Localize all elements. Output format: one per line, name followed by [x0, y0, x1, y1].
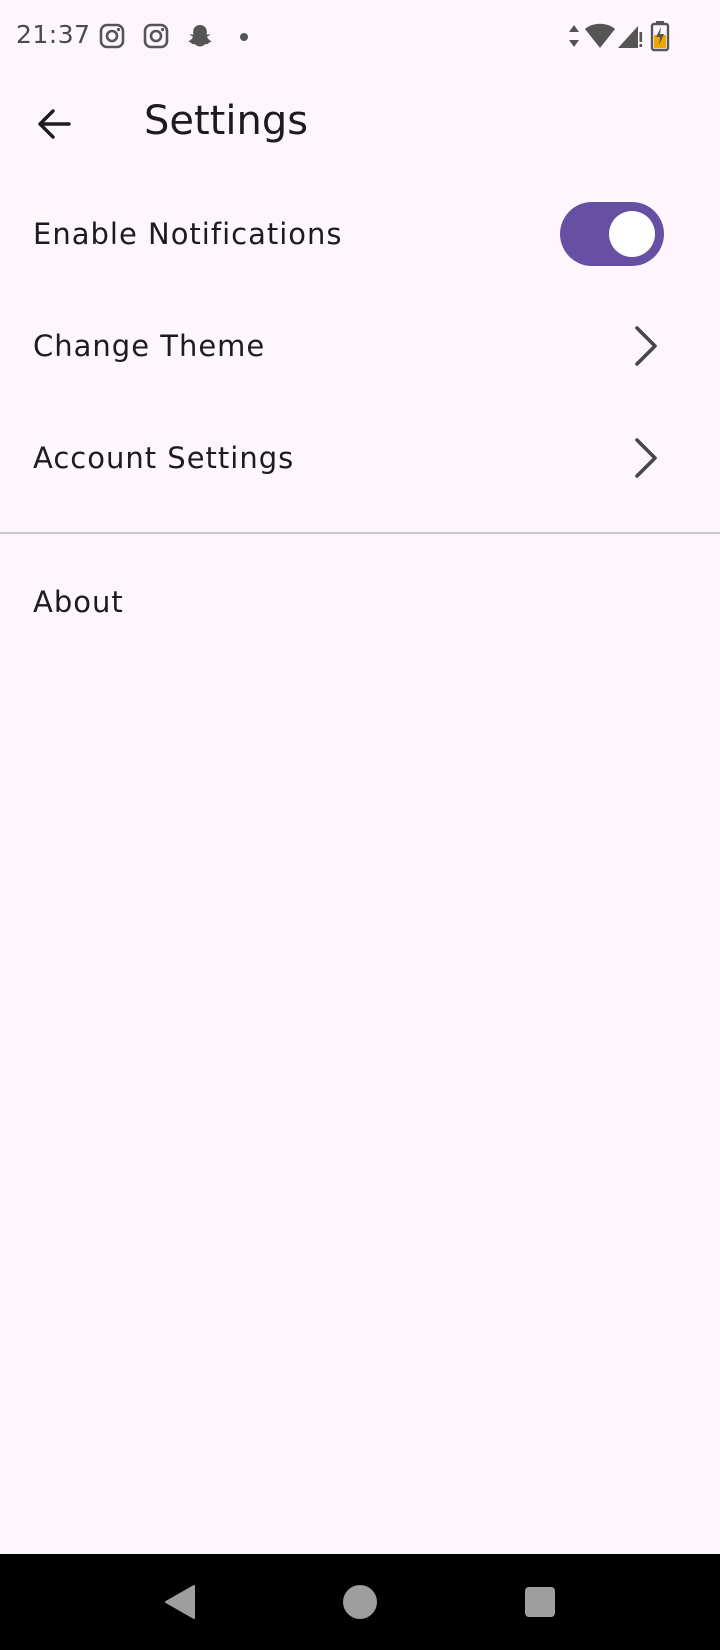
- page-title: Settings: [144, 98, 309, 144]
- status-time: 21:37: [16, 20, 91, 49]
- instagram-icon: [99, 23, 125, 49]
- home-circle-icon[interactable]: [340, 1582, 380, 1622]
- app-bar: Settings: [0, 74, 720, 174]
- about-row[interactable]: About: [0, 546, 720, 658]
- snapchat-icon: [188, 25, 212, 47]
- about-label: About: [33, 585, 124, 619]
- arrow-left-icon: [38, 109, 71, 139]
- divider: [0, 532, 720, 534]
- account-settings-label: Account Settings: [33, 441, 295, 475]
- toggle-knob: [609, 211, 655, 257]
- notifications-row[interactable]: Enable Notifications: [0, 178, 720, 290]
- back-triangle-icon[interactable]: [160, 1582, 200, 1622]
- status-bar: 21:37: [0, 0, 720, 74]
- notifications-label: Enable Notifications: [33, 217, 343, 251]
- back-button[interactable]: [26, 96, 82, 152]
- data-transfer-icon: [569, 25, 579, 47]
- account-settings-row[interactable]: Account Settings: [0, 402, 720, 514]
- signal-icon: [618, 26, 643, 48]
- instagram-icon: [143, 23, 169, 49]
- change-theme-row[interactable]: Change Theme: [0, 290, 720, 402]
- chevron-right-icon: [635, 326, 657, 366]
- notification-dot: [240, 33, 248, 41]
- wifi-icon: [585, 23, 615, 48]
- change-theme-label: Change Theme: [33, 329, 266, 363]
- battery-charging-icon: [650, 21, 670, 52]
- system-navigation-bar: [0, 1554, 720, 1650]
- notifications-toggle[interactable]: [560, 202, 664, 266]
- recents-square-icon[interactable]: [520, 1582, 560, 1622]
- chevron-right-icon: [635, 438, 657, 478]
